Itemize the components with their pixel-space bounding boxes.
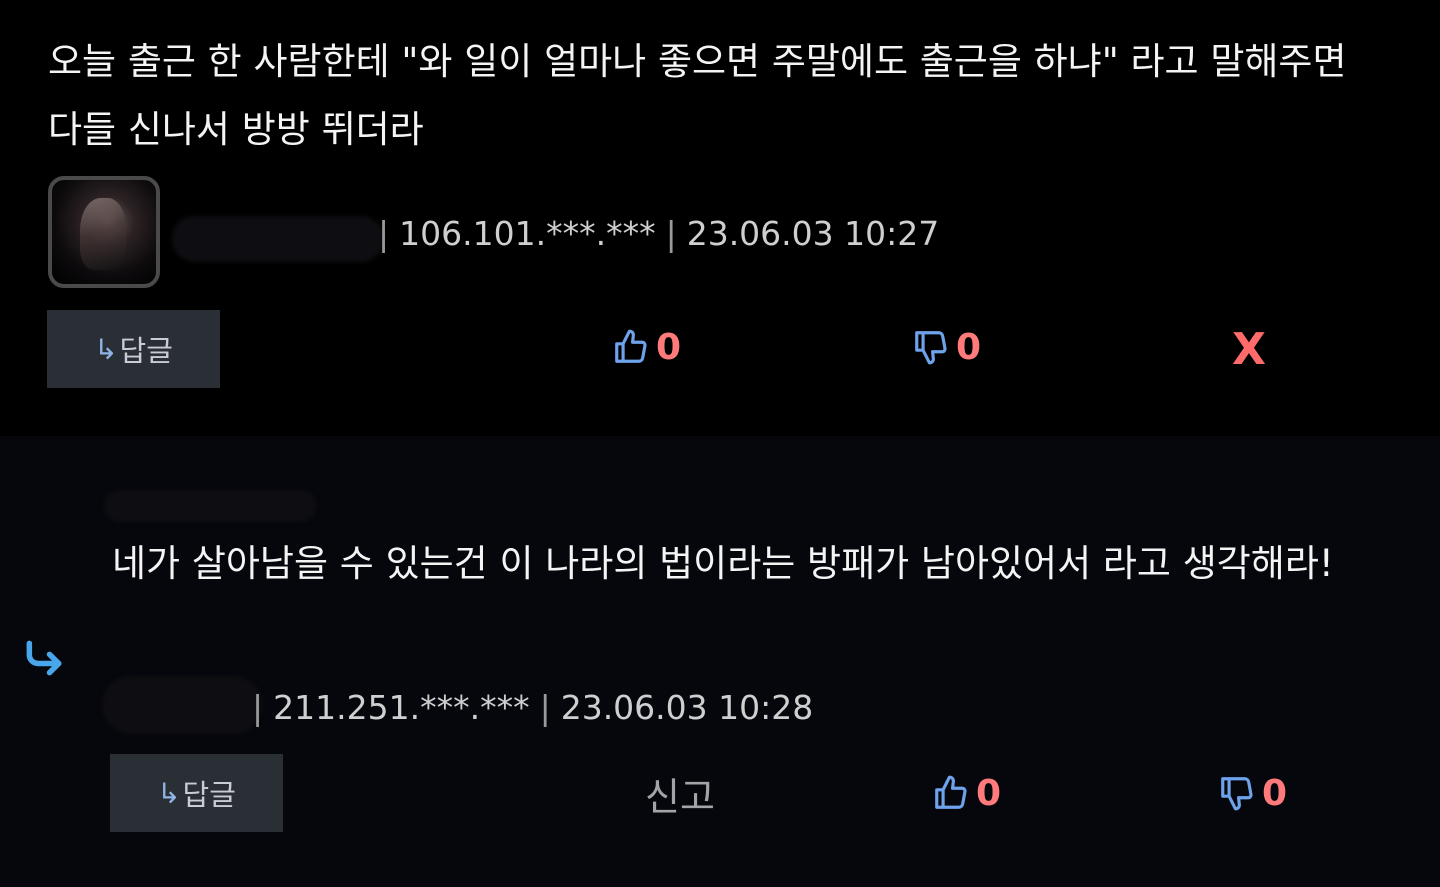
reply-button[interactable]: ↳ 답글 <box>47 310 220 388</box>
redacted-username <box>172 216 384 262</box>
like-count: 0 <box>656 326 682 368</box>
thumbs-up-icon <box>615 329 647 363</box>
comment-item: 오늘 출근 한 사람한테 "와 일이 얼마나 좋으면 주말에도 출근을 하냐" … <box>0 0 1440 436</box>
timestamp: 23.06.03 10:28 <box>560 688 814 727</box>
like-button[interactable]: 0 <box>932 772 1001 814</box>
comment-text: 오늘 출근 한 사람한테 "와 일이 얼마나 좋으면 주말에도 출근을 하냐" … <box>48 40 1347 151</box>
meta-separator: | <box>252 688 264 727</box>
reply-arrow-icon: ↳ <box>157 776 181 810</box>
like-button[interactable]: 0 <box>612 326 681 368</box>
reply-button[interactable]: ↳ 답글 <box>110 754 283 832</box>
thumbs-down-icon <box>1221 777 1253 811</box>
like-count: 0 <box>976 772 1002 814</box>
ip-address: 211.251.***.*** <box>273 688 530 727</box>
redacted-username <box>104 490 316 522</box>
avatar[interactable] <box>48 176 160 288</box>
report-button[interactable]: 신고 <box>645 766 715 821</box>
dislike-count: 0 <box>1262 772 1288 814</box>
redacted-username <box>102 676 262 734</box>
reply-label: 답글 <box>119 334 173 368</box>
comment-meta: | 211.251.***.*** | 23.06.03 10:28 <box>242 688 813 727</box>
reply-comment-item: 네가 살아남을 수 있는건 이 나라의 법이라는 방패가 남아있어서 라고 생각… <box>0 436 1440 887</box>
dislike-button[interactable]: 0 <box>1218 772 1287 814</box>
reply-label: 답글 <box>182 778 236 812</box>
timestamp: 23.06.03 10:27 <box>686 214 940 253</box>
thumbs-down-icon <box>915 331 947 365</box>
comment-text: 네가 살아남을 수 있는건 이 나라의 법이라는 방패가 남아있어서 라고 생각… <box>112 542 1334 585</box>
close-icon[interactable]: X <box>1232 324 1266 375</box>
ip-address: 106.101.***.*** <box>399 214 656 253</box>
thumbs-up-icon <box>935 775 967 809</box>
meta-separator: | <box>378 214 390 253</box>
reply-arrow-icon <box>26 640 62 676</box>
reply-arrow-icon: ↳ <box>94 332 118 366</box>
comment-meta: | 106.101.***.*** | 23.06.03 10:27 <box>368 214 939 253</box>
meta-separator: | <box>665 214 677 253</box>
dislike-count: 0 <box>956 326 982 368</box>
dislike-button[interactable]: 0 <box>912 326 981 368</box>
meta-separator: | <box>539 688 551 727</box>
